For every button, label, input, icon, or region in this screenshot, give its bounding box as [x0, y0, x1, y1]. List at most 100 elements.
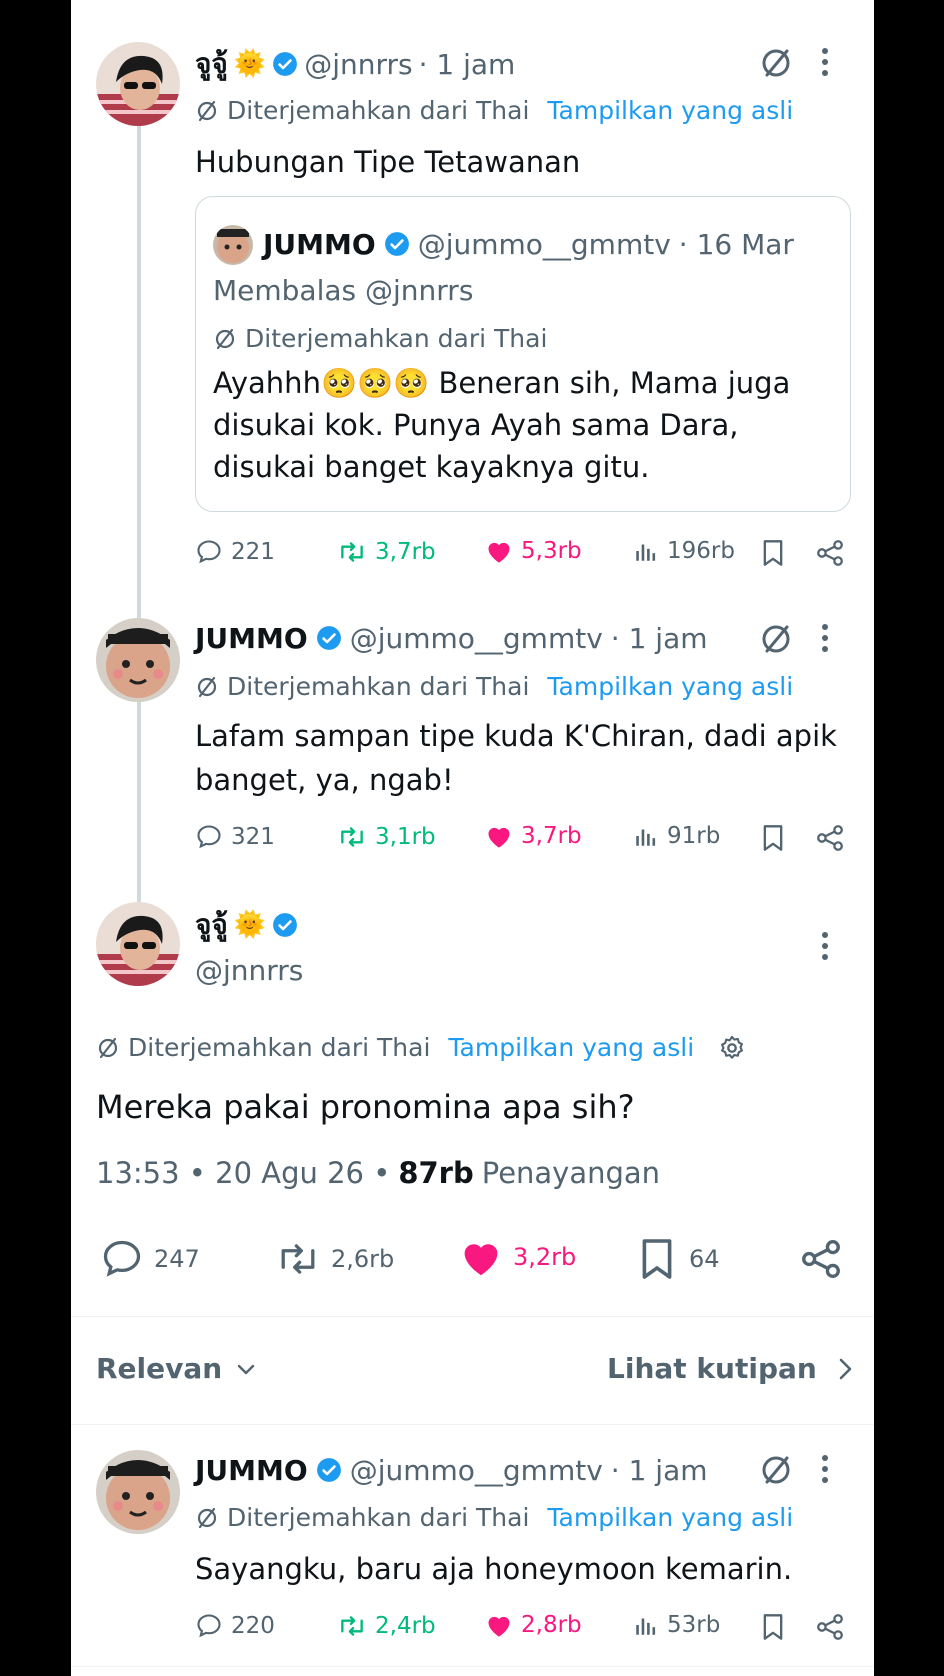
retweet-count: 2,4rb: [375, 1613, 436, 1639]
verified-badge-icon: [272, 912, 298, 938]
verified-badge-icon: [316, 1457, 342, 1483]
translated-label: Diterjemahkan dari Thai: [227, 96, 530, 125]
more-options-icon[interactable]: [819, 622, 831, 654]
author-name[interactable]: JUMMO: [195, 1454, 308, 1487]
translation-settings-gear-icon[interactable]: [718, 1034, 746, 1062]
grok-icon[interactable]: [759, 1453, 793, 1487]
like-button[interactable]: 3,2rb: [459, 1237, 576, 1277]
author-handle[interactable]: @jnnrrs: [195, 954, 303, 987]
replying-to: Membalas @jnnrrs: [213, 274, 474, 307]
show-original-link[interactable]: Tampilkan yang asli: [547, 1503, 793, 1532]
post-time[interactable]: · 1 jam: [419, 48, 516, 81]
like-count: 3,7rb: [521, 823, 582, 849]
post-time[interactable]: · 1 jam: [611, 622, 708, 655]
post-text-line-1: Lafam sampan tipe kuda K'Chiran, dadi ap…: [195, 719, 837, 753]
bookmark-button[interactable]: 64: [639, 1237, 720, 1281]
translated-label: Diterjemahkan dari Thai: [227, 1503, 530, 1532]
sort-label: Relevan: [96, 1352, 223, 1385]
tweet-thread-screen: จูจู้ 🌞 @jnnrrs · 1 jam Diterjemahkan da…: [71, 0, 874, 1676]
quoted-text-line-2: disukai kok. Punya Ayah sama Dara,: [213, 408, 739, 442]
translated-label: Diterjemahkan dari Thai: [245, 324, 548, 353]
chevron-right-icon: [835, 1356, 855, 1382]
bookmark-count: 64: [689, 1245, 720, 1273]
post-text: Sayangku, baru aja honeymoon kemarin.: [195, 1552, 793, 1586]
reply-count: 220: [231, 1613, 275, 1639]
share-icon[interactable]: [815, 824, 845, 852]
view-quotes-label: Lihat kutipan: [607, 1352, 817, 1385]
like-count: 2,8rb: [521, 1612, 582, 1638]
author-handle[interactable]: @jummo__gmmtv: [350, 1454, 603, 1487]
grok-icon[interactable]: [759, 46, 793, 80]
view-quotes-link[interactable]: Lihat kutipan: [607, 1352, 855, 1385]
retweet-button[interactable]: 3,1rb: [337, 823, 436, 851]
show-original-link[interactable]: Tampilkan yang asli: [547, 672, 793, 701]
reply-button[interactable]: 220: [195, 1612, 275, 1640]
avatar-jummo[interactable]: [96, 1450, 180, 1534]
views-button[interactable]: 91rb: [633, 823, 720, 849]
views-count: 196rb: [667, 538, 735, 564]
author-name[interactable]: JUMMO: [195, 622, 308, 655]
avatar-jnnrrs[interactable]: [96, 42, 180, 126]
post-time[interactable]: · 1 jam: [611, 1454, 708, 1487]
like-button[interactable]: 3,7rb: [485, 823, 582, 849]
retweet-count: 3,1rb: [375, 824, 436, 850]
retweet-count: 2,6rb: [331, 1245, 395, 1273]
retweet-button[interactable]: 2,6rb: [275, 1237, 394, 1281]
verified-badge-icon: [384, 231, 410, 257]
translate-icon: [195, 1506, 219, 1530]
share-icon[interactable]: [799, 1237, 843, 1281]
post-text-line-2: banget, ya, ngab!: [195, 763, 454, 797]
bookmark-icon[interactable]: [760, 1613, 786, 1641]
views-button[interactable]: 196rb: [633, 538, 735, 564]
views-count: 91rb: [667, 823, 721, 849]
grok-icon[interactable]: [759, 622, 793, 656]
divider: [71, 1316, 874, 1317]
phone-frame: จูจู้ 🌞 @jnnrrs · 1 jam Diterjemahkan da…: [0, 0, 944, 1676]
show-original-link[interactable]: Tampilkan yang asli: [547, 96, 793, 125]
views-count: 53rb: [667, 1612, 721, 1638]
translate-icon: [195, 99, 219, 123]
reply-button[interactable]: 221: [195, 538, 275, 566]
share-icon[interactable]: [815, 539, 845, 567]
translate-icon: [213, 327, 237, 351]
share-icon[interactable]: [815, 1613, 845, 1641]
retweet-button[interactable]: 2,4rb: [337, 1612, 436, 1640]
more-options-icon[interactable]: [819, 46, 831, 78]
sort-dropdown[interactable]: Relevan: [96, 1352, 258, 1385]
main-post-text: Mereka pakai pronomina apa sih?: [96, 1088, 635, 1126]
translate-icon: [96, 1036, 120, 1060]
quoted-author-handle: @jummo__gmmtv: [417, 227, 671, 261]
bookmark-icon[interactable]: [760, 539, 786, 567]
like-button[interactable]: 2,8rb: [485, 1612, 582, 1638]
more-options-icon[interactable]: [819, 1453, 831, 1485]
author-handle[interactable]: @jnnrrs: [304, 48, 412, 81]
chevron-down-icon: [234, 1357, 258, 1381]
quoted-text-line-3: disukai banget kayaknya gitu.: [213, 450, 650, 484]
avatar-jummo[interactable]: [96, 618, 180, 702]
translate-icon: [195, 675, 219, 699]
retweet-button[interactable]: 3,7rb: [337, 538, 436, 566]
show-original-link[interactable]: Tampilkan yang asli: [448, 1033, 694, 1062]
post-text: Hubungan Tipe Tetawanan: [195, 145, 581, 179]
views-count: 87rb: [398, 1156, 474, 1190]
reply-button[interactable]: 247: [100, 1237, 200, 1281]
avatar-jnnrrs[interactable]: [96, 902, 180, 986]
like-count: 3,2rb: [513, 1243, 577, 1271]
views-button[interactable]: 53rb: [633, 1612, 720, 1638]
quoted-post-date: · 16 Mar: [678, 227, 794, 261]
reply-button[interactable]: 321: [195, 823, 275, 851]
post-timestamp[interactable]: 13:53 • 20 Agu 26 •: [96, 1156, 390, 1190]
like-button[interactable]: 5,3rb: [485, 538, 582, 564]
thread-connector-line: [137, 126, 141, 902]
like-count: 5,3rb: [521, 538, 582, 564]
reply-count: 221: [231, 539, 275, 565]
bookmark-icon[interactable]: [760, 824, 786, 852]
author-name[interactable]: จูจู้: [195, 903, 228, 947]
author-name[interactable]: จูจู้: [195, 42, 228, 86]
quoted-text-line-1: Ayahhh🥺🥺🥺 Beneran sih, Mama juga: [213, 366, 791, 400]
retweet-count: 3,7rb: [375, 539, 436, 565]
more-options-icon[interactable]: [819, 930, 831, 962]
author-handle[interactable]: @jummo__gmmtv: [350, 622, 603, 655]
reply-count: 247: [154, 1245, 200, 1273]
avatar-jummo-small: [213, 225, 253, 265]
